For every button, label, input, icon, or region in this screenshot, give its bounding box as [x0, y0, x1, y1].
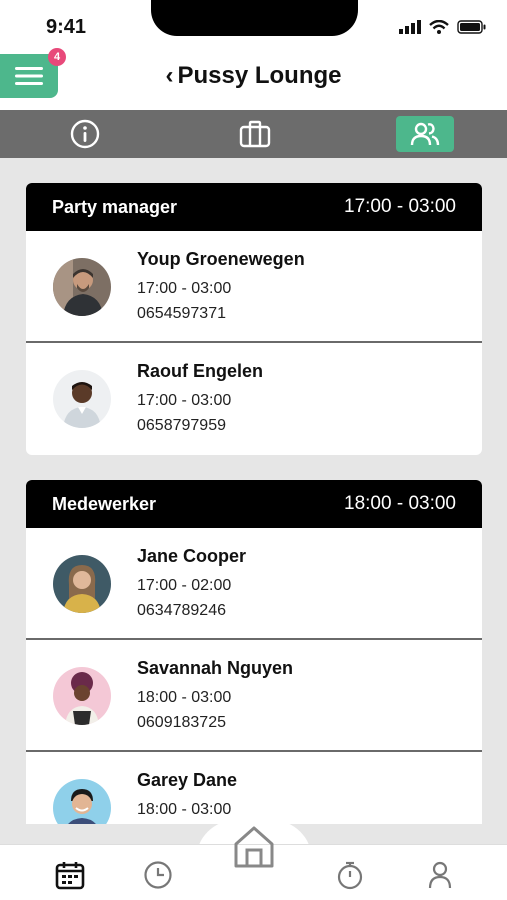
calendar-icon	[55, 862, 85, 890]
staff-row[interactable]: Raouf Engelen 17:00 - 03:00 0658797959	[26, 343, 482, 455]
role-card-medewerker: Medewerker 18:00 - 03:00 Jane Cooper 17:…	[26, 480, 482, 824]
status-time: 9:41	[46, 16, 87, 38]
staff-name: Youp Groenewegen	[137, 249, 305, 269]
nav-profile[interactable]	[420, 855, 460, 895]
signal-icon	[399, 20, 421, 34]
nav-calendar[interactable]	[50, 855, 90, 895]
staff-name: Savannah Nguyen	[137, 658, 294, 678]
role-card-header: Medewerker 18:00 - 03:00	[26, 480, 482, 528]
staff-info: Youp Groenewegen 17:00 - 03:00 065459737…	[137, 249, 305, 326]
staff-phone[interactable]: 0658797959	[137, 413, 263, 438]
page-title-wrap: ‹ Pussy Lounge	[0, 62, 507, 90]
profile-icon	[428, 861, 452, 889]
staff-name: Jane Cooper	[137, 546, 247, 566]
staff-hours: 18:00 - 03:00	[137, 801, 232, 818]
staff-phone[interactable]: 0634789246	[137, 598, 246, 623]
info-icon	[70, 119, 100, 149]
staff-info: Savannah Nguyen 18:00 - 03:00 0609183725	[137, 658, 293, 735]
staff-info: Jane Cooper 17:00 - 02:00 0634789246	[137, 546, 246, 623]
nav-stopwatch[interactable]	[330, 855, 370, 895]
device-notch	[151, 0, 358, 36]
avatar	[53, 667, 111, 725]
staff-name: Raouf Engelen	[137, 361, 264, 381]
staff-info: Garey Dane 18:00 - 03:00	[137, 770, 237, 822]
section-tabbar	[0, 110, 507, 158]
avatar	[53, 779, 111, 824]
battery-icon	[457, 20, 486, 34]
role-card-header: Party manager 17:00 - 03:00	[26, 183, 482, 231]
tab-team[interactable]	[396, 116, 454, 152]
home-icon	[234, 826, 274, 868]
status-icons	[399, 20, 487, 34]
role-hours: 17:00 - 03:00	[344, 196, 456, 217]
staff-phone[interactable]: 0654597371	[137, 301, 305, 326]
staff-row[interactable]: Garey Dane 18:00 - 03:00	[26, 752, 482, 824]
staff-hours: 17:00 - 03:00	[137, 392, 232, 409]
nav-home[interactable]	[230, 822, 278, 870]
back-chevron-icon[interactable]: ‹	[165, 62, 173, 89]
avatar	[53, 258, 111, 316]
staff-info: Raouf Engelen 17:00 - 03:00 0658797959	[137, 361, 263, 438]
staff-phone[interactable]: 0609183725	[137, 710, 293, 735]
staff-name: Garey Dane	[137, 770, 238, 790]
staff-list[interactable]: Party manager 17:00 - 03:00 Youp Groenew…	[0, 158, 507, 824]
briefcase-icon	[239, 120, 271, 148]
staff-row[interactable]: Jane Cooper 17:00 - 02:00 0634789246	[26, 528, 482, 640]
nav-clock[interactable]	[138, 855, 178, 895]
stopwatch-icon	[337, 861, 363, 890]
tab-briefcase[interactable]	[226, 116, 284, 152]
role-card-party-manager: Party manager 17:00 - 03:00 Youp Groenew…	[26, 183, 482, 455]
people-icon	[410, 122, 440, 146]
role-name: Medewerker	[52, 493, 157, 514]
staff-row[interactable]: Youp Groenewegen 17:00 - 03:00 065459737…	[26, 231, 482, 343]
avatar	[53, 370, 111, 428]
tab-info[interactable]	[56, 116, 114, 152]
role-name: Party manager	[52, 196, 178, 217]
status-bar: 9:41	[0, 0, 507, 52]
staff-hours: 17:00 - 03:00	[137, 280, 232, 297]
role-hours: 18:00 - 03:00	[344, 493, 456, 514]
avatar	[53, 555, 111, 613]
app-header: 4 ‹ Pussy Lounge	[0, 48, 507, 110]
clock-icon	[144, 861, 172, 889]
staff-hours: 18:00 - 03:00	[137, 689, 232, 706]
wifi-icon	[429, 20, 449, 34]
page-title: Pussy Lounge	[177, 62, 342, 89]
staff-hours: 17:00 - 02:00	[137, 577, 232, 594]
staff-row[interactable]: Savannah Nguyen 18:00 - 03:00 0609183725	[26, 640, 482, 752]
